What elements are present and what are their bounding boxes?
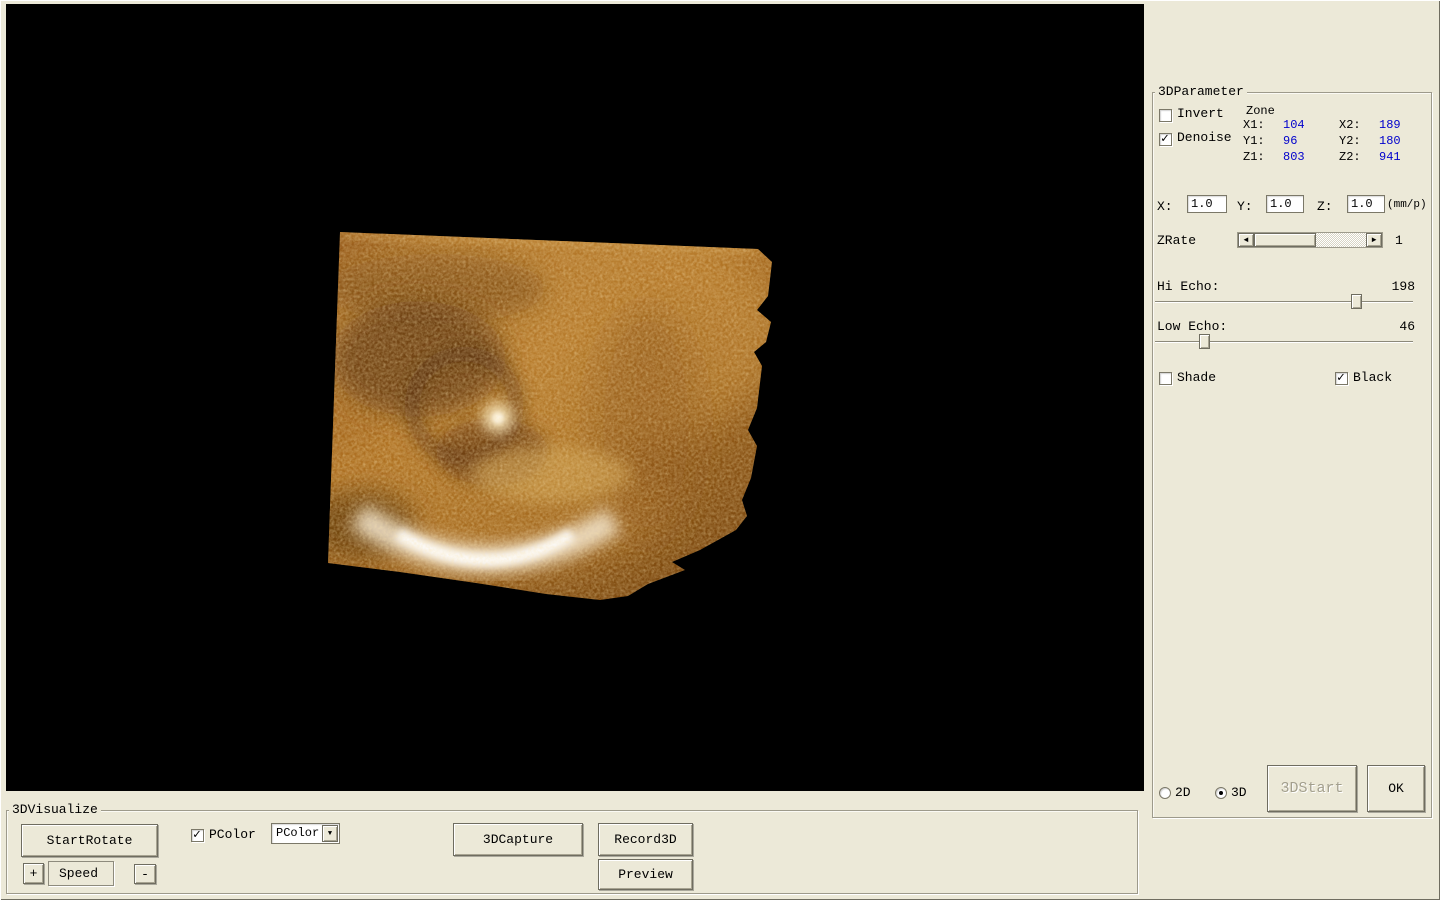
low-echo-label: Low Echo: xyxy=(1157,319,1228,334)
ok-button[interactable]: OK xyxy=(1367,765,1425,812)
mode-3d-label[interactable]: 3D xyxy=(1231,785,1247,801)
speed-label: Speed xyxy=(59,866,99,881)
mode-3d-radio[interactable] xyxy=(1215,787,1227,799)
scale-z-input[interactable] xyxy=(1347,195,1385,213)
preview-button[interactable]: Preview xyxy=(598,859,693,890)
pcolor-checkbox[interactable] xyxy=(191,827,204,842)
visualize-group: 3DVisualize StartRotate PColor PColor ▼ … xyxy=(6,802,1138,894)
hi-echo-slider-thumb[interactable] xyxy=(1351,294,1362,309)
zone-z1-value: 803 xyxy=(1283,150,1305,164)
shade-checkbox[interactable] xyxy=(1159,372,1172,385)
pcolor-label[interactable]: PColor xyxy=(209,827,256,843)
scale-z-label: Z: xyxy=(1317,199,1333,214)
zone-y2-value: 180 xyxy=(1379,134,1401,148)
app-window: 3DParameter Invert Denoise Zone X1: 104 … xyxy=(0,0,1440,900)
pcolor-select[interactable]: PColor ▼ xyxy=(271,823,340,844)
scale-y-label: Y: xyxy=(1237,199,1253,214)
zone-z2-value: 941 xyxy=(1379,150,1401,164)
scroll-left-icon[interactable]: ◄ xyxy=(1238,233,1254,247)
pcolor-select-value: PColor xyxy=(276,826,320,840)
speed-plus-button[interactable]: + xyxy=(23,863,44,884)
mode-2d-radio[interactable] xyxy=(1159,787,1171,799)
scroll-right-icon[interactable]: ► xyxy=(1366,233,1382,247)
invert-checkbox[interactable] xyxy=(1159,109,1172,122)
start-3d-button[interactable]: 3DStart xyxy=(1267,765,1357,812)
black-label[interactable]: Black xyxy=(1353,370,1392,386)
zrate-scrollbar-thumb[interactable] xyxy=(1254,233,1316,247)
chevron-down-icon[interactable]: ▼ xyxy=(322,825,338,842)
capture-3d-button[interactable]: 3DCapture xyxy=(453,823,583,856)
denoise-checkbox[interactable] xyxy=(1159,131,1172,146)
zrate-value: 1 xyxy=(1395,233,1403,248)
zone-z1-label: Z1: xyxy=(1243,150,1265,164)
parameter-group: 3DParameter Invert Denoise Zone X1: 104 … xyxy=(1152,84,1432,818)
shade-label[interactable]: Shade xyxy=(1177,370,1216,386)
low-echo-value: 46 xyxy=(1399,319,1415,334)
zone-y2-label: Y2: xyxy=(1339,134,1361,148)
zone-x1-value: 104 xyxy=(1283,118,1305,132)
speed-minus-button[interactable]: - xyxy=(134,864,156,884)
zone-z2-label: Z2: xyxy=(1339,150,1361,164)
zone-x2-value: 189 xyxy=(1379,118,1401,132)
zone-y1-value: 96 xyxy=(1283,134,1298,148)
invert-label[interactable]: Invert xyxy=(1177,106,1224,122)
hi-echo-value: 198 xyxy=(1391,279,1415,294)
zone-y1-label: Y1: xyxy=(1243,134,1265,148)
parameter-group-title: 3DParameter xyxy=(1155,84,1247,100)
zrate-scrollbar[interactable]: ◄ ► xyxy=(1237,232,1383,248)
scale-x-input[interactable] xyxy=(1187,195,1227,213)
visualize-group-title: 3DVisualize xyxy=(9,802,101,818)
hi-echo-slider-track[interactable] xyxy=(1155,301,1413,303)
scale-y-input[interactable] xyxy=(1266,195,1304,213)
start-rotate-button[interactable]: StartRotate xyxy=(21,824,158,857)
scale-x-label: X: xyxy=(1157,199,1173,214)
black-checkbox[interactable] xyxy=(1335,370,1348,385)
zone-x1-label: X1: xyxy=(1243,118,1265,132)
3d-viewport[interactable] xyxy=(6,4,1144,791)
speed-box: Speed xyxy=(48,861,114,886)
scale-unit-label: (mm/p) xyxy=(1387,199,1427,211)
mode-2d-label[interactable]: 2D xyxy=(1175,785,1191,801)
hi-echo-label: Hi Echo: xyxy=(1157,279,1220,294)
denoise-label[interactable]: Denoise xyxy=(1177,130,1232,146)
zone-x2-label: X2: xyxy=(1339,118,1361,132)
record-3d-button[interactable]: Record3D xyxy=(598,823,693,856)
low-echo-slider-thumb[interactable] xyxy=(1199,334,1210,349)
low-echo-slider-track[interactable] xyxy=(1155,341,1413,343)
zrate-label: ZRate xyxy=(1157,233,1197,248)
ultrasound-3d-render xyxy=(328,232,772,600)
